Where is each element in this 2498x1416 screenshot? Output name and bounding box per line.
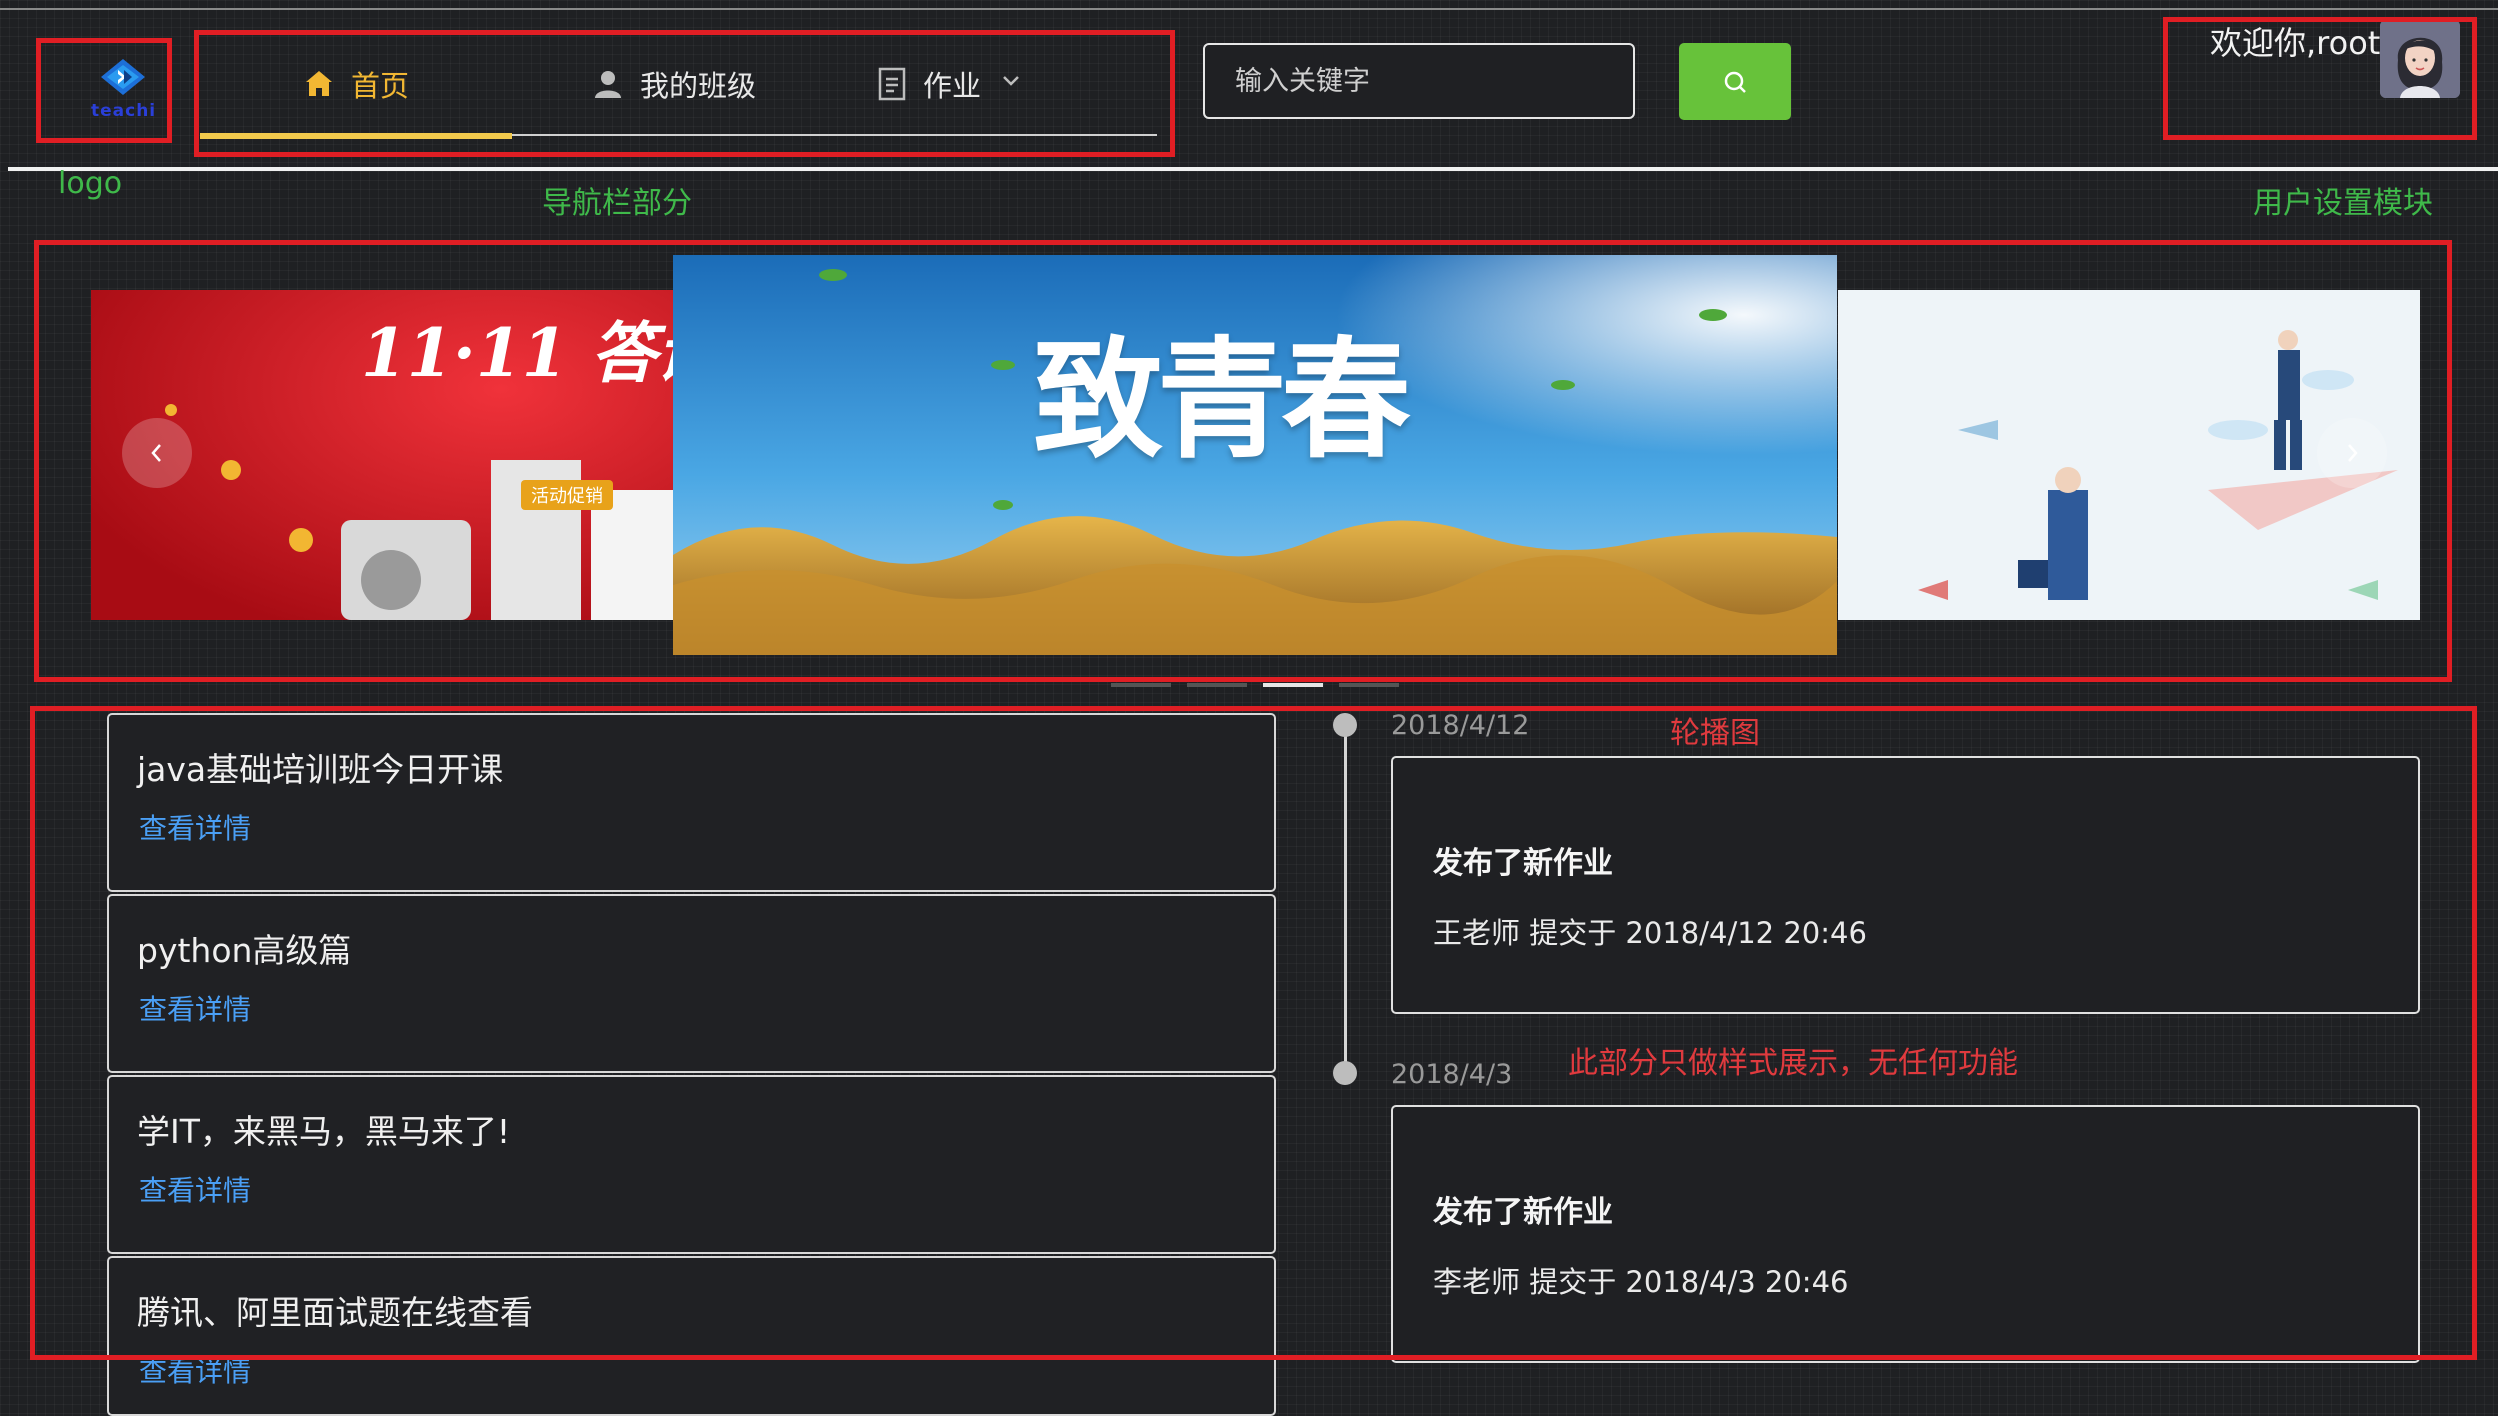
annotation-box-content [30, 706, 2477, 1360]
search-button[interactable] [1679, 43, 1791, 120]
carousel-indicator[interactable] [1339, 683, 1399, 687]
search-icon [1724, 71, 1746, 93]
annotation-carousel: 轮播图 [1670, 716, 1760, 751]
annotation-note: 此部分只做样式展示，无任何功能 [1568, 1046, 2018, 1081]
annotation-logo: logo [58, 166, 123, 201]
top-border [0, 8, 2498, 10]
search-input[interactable] [1203, 43, 1635, 119]
annotation-nav: 导航栏部分 [542, 186, 692, 221]
annotation-box-carousel [34, 240, 2452, 682]
annotation-box-logo [36, 38, 172, 143]
annotation-box-user [2163, 17, 2477, 140]
header-divider [8, 167, 2498, 171]
carousel-indicator[interactable] [1187, 683, 1247, 687]
carousel-indicator[interactable] [1111, 683, 1171, 687]
annotation-box-nav [194, 30, 1175, 157]
carousel-indicator-active[interactable] [1263, 683, 1323, 687]
annotation-user: 用户设置模块 [2253, 186, 2433, 221]
